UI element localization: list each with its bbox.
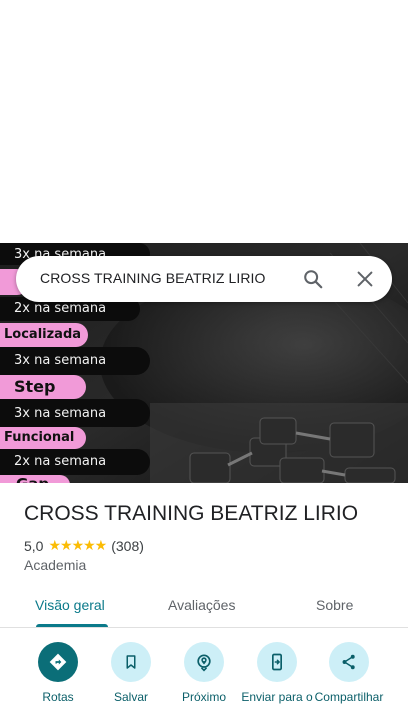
place-category: Academia — [24, 557, 87, 573]
send-to-phone-icon — [272, 653, 282, 671]
tab-overview[interactable]: Visão geral — [35, 597, 105, 613]
nearby-label: Próximo — [181, 690, 226, 704]
directions-icon — [49, 653, 67, 671]
promo-text: 2x na semana — [14, 454, 107, 469]
rating-row[interactable]: 5,0 ★★★★★ (308) — [24, 537, 144, 554]
share-button[interactable]: Compartilhar — [311, 640, 387, 705]
rating-value: 5,0 — [24, 537, 44, 554]
active-tab-indicator — [36, 624, 108, 627]
directions-label: Rotas — [42, 690, 74, 704]
bookmark-icon — [126, 655, 136, 669]
promo-text: 3x na semana — [14, 353, 107, 368]
place-title: CROSS TRAINING BEATRIZ LIRIO — [24, 502, 359, 525]
tab-about[interactable]: Sobre — [316, 597, 353, 613]
review-count[interactable]: (308) — [111, 538, 144, 554]
search-query[interactable]: CROSS TRAINING BEATRIZ LIRIO — [40, 270, 266, 286]
tab-bar: Visão geral Avaliações Sobre — [0, 585, 408, 628]
star-rating-icon: ★★★★★ — [48, 537, 107, 553]
send-to-phone-label: Enviar para o — [241, 690, 313, 704]
nearby-button[interactable]: Próximo — [166, 640, 242, 705]
tab-reviews[interactable]: Avaliações — [168, 597, 235, 613]
directions-button[interactable]: Rotas — [20, 640, 96, 705]
promo-text: 2x na semana — [14, 301, 107, 316]
close-icon[interactable] — [354, 268, 376, 290]
promo-text: 3x na semana — [14, 406, 107, 421]
promo-label: Localizada — [0, 323, 88, 347]
save-label: Salvar — [113, 690, 148, 704]
promo-label: Gap — [0, 475, 70, 483]
map-area[interactable] — [0, 0, 408, 243]
search-bar[interactable]: CROSS TRAINING BEATRIZ LIRIO — [16, 256, 392, 302]
share-label: Compartilhar — [314, 690, 384, 704]
action-bar: Rotas Salvar Próximo Enviar para o Compa… — [0, 640, 408, 726]
search-icon[interactable] — [302, 268, 324, 290]
save-button[interactable]: Salvar — [93, 640, 169, 705]
promo-label: Funcional — [0, 427, 86, 449]
send-to-phone-button[interactable]: Enviar para o — [239, 640, 315, 705]
share-icon — [342, 654, 355, 670]
promo-label: Step — [0, 375, 86, 399]
nearby-icon — [197, 654, 211, 672]
